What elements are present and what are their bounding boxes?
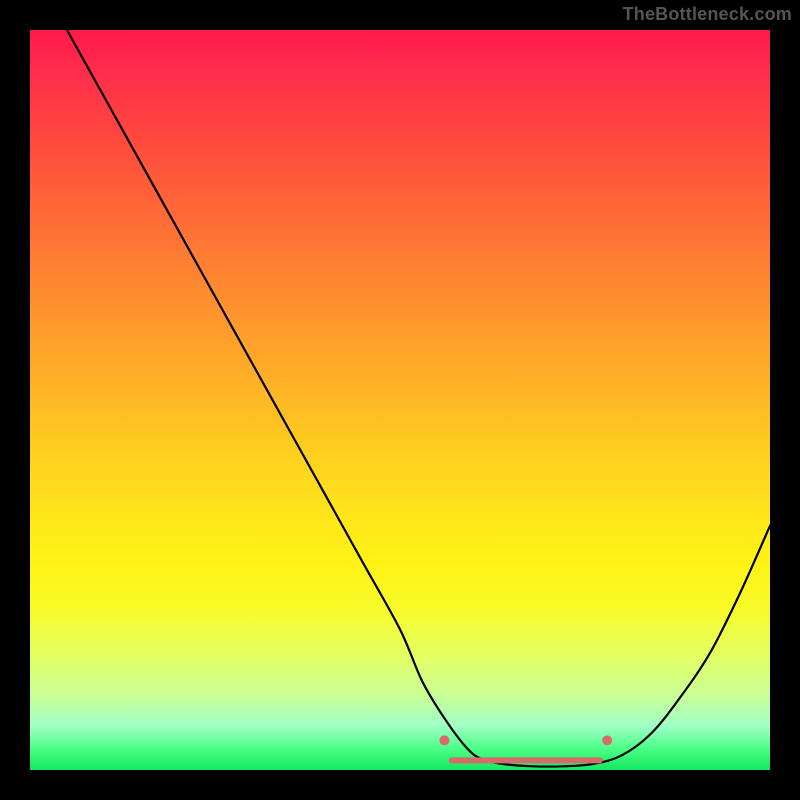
attribution-text: TheBottleneck.com <box>623 4 792 25</box>
curve-overlay <box>30 30 770 770</box>
threshold-marker-left <box>439 735 449 745</box>
threshold-marker-right <box>602 735 612 745</box>
bottleneck-curve <box>67 30 770 767</box>
plot-area <box>30 30 770 770</box>
chart-frame: TheBottleneck.com <box>0 0 800 800</box>
